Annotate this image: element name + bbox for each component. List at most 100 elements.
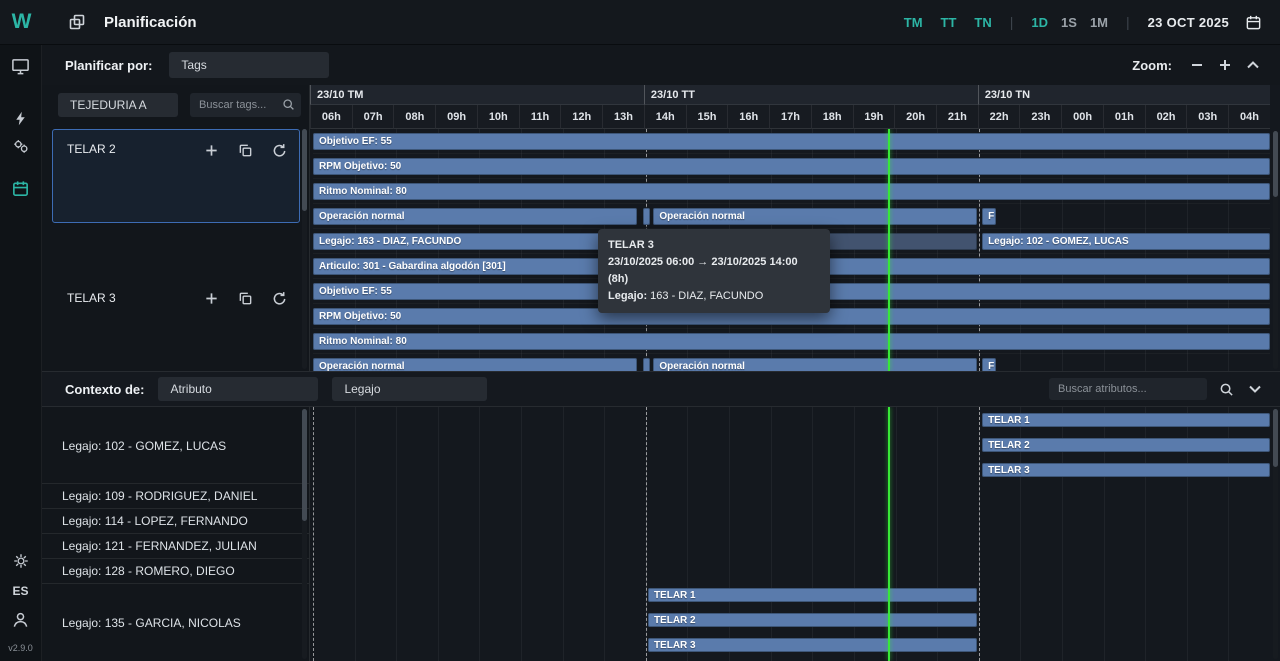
machines-icon [12, 137, 30, 155]
attribute-row[interactable]: Legajo: 102 - GOMEZ, LUCAS [42, 409, 309, 484]
hour-header-label: 10h [477, 105, 519, 129]
gantt-bar[interactable]: Legajo: 163 - DIAZ, FACUNDO [313, 233, 646, 250]
user-icon [11, 610, 30, 629]
range-1s-button[interactable]: 1S [1061, 15, 1077, 30]
gantt-bar[interactable] [643, 208, 650, 225]
machines-panel-header: TEJEDURIA A [42, 85, 309, 127]
gantt-bar[interactable]: Ritmo Nominal: 80 [313, 333, 1270, 350]
gantt-bar[interactable] [643, 358, 650, 371]
tooltip-detail: Legajo: 163 - DIAZ, FACUNDO [608, 288, 820, 305]
zoom-label: Zoom: [1132, 58, 1172, 73]
assignment-bar[interactable]: TELAR 1 [648, 588, 978, 602]
plus-icon [1218, 58, 1232, 72]
gantt-bar[interactable]: Objetivo EF: 55 [313, 133, 1270, 150]
hour-header-label: 12h [560, 105, 602, 129]
hour-header-label: 18h [811, 105, 853, 129]
shift-boundary-line [313, 407, 314, 661]
search-icon [1219, 382, 1234, 397]
gantt-bar[interactable]: Ritmo Nominal: 80 [313, 183, 1270, 200]
scrollbar-thumb[interactable] [1273, 409, 1278, 467]
hour-header-label: 15h [686, 105, 728, 129]
gantt-bar[interactable]: Operación normal [313, 358, 637, 371]
app-version: v2.9.0 [8, 643, 33, 653]
assignment-bar[interactable]: TELAR 3 [982, 463, 1270, 477]
scrollbar-thumb[interactable] [1273, 131, 1278, 197]
attribute-row[interactable]: Legajo: 128 - ROMERO, DIEGO [42, 559, 309, 584]
language-button[interactable]: ES [12, 584, 28, 598]
user-button[interactable] [11, 610, 30, 629]
gantt-bar[interactable]: F [982, 208, 996, 225]
gantt-row: Operación normal Operación normal F [313, 354, 1270, 371]
hour-header-label: 02h [1145, 105, 1187, 129]
gantt-bar[interactable]: Legajo: 102 - GOMEZ, LUCAS [982, 233, 1270, 250]
gantt-bar[interactable]: Operación normal [653, 208, 977, 225]
planify-by-select[interactable]: Tags [169, 52, 329, 78]
duplicate-button[interactable] [238, 290, 253, 306]
nav-planning-button[interactable] [11, 179, 30, 198]
page-title: Planificación [104, 14, 197, 31]
gantt-scrollbar [1273, 131, 1278, 369]
shift-filter-tn[interactable]: TN [974, 15, 991, 30]
collapse-top-button[interactable] [1244, 58, 1262, 72]
attribute-row[interactable]: Legajo: 114 - LOPEZ, FERNANDO [42, 509, 309, 534]
date-picker-button[interactable]: 23 OCT 2025 [1148, 14, 1262, 31]
shift-header-label: 23/10 TT [644, 85, 978, 105]
shift-header-label: 23/10 TM [310, 85, 644, 105]
collapse-bottom-button[interactable] [1246, 382, 1264, 396]
zoom-out-button[interactable] [1188, 56, 1206, 74]
attribute-row[interactable]: Legajo: 135 - GARCIA, NICOLAS [42, 584, 309, 661]
calendar-nav-icon [11, 179, 30, 198]
hour-header-label: 19h [853, 105, 895, 129]
machines-scrollbar [302, 129, 307, 369]
range-1d-button[interactable]: 1D [1031, 15, 1048, 30]
shift-boundary-line [979, 407, 980, 661]
apps-button[interactable] [68, 13, 86, 31]
context-attribute-select[interactable]: Legajo [332, 377, 487, 401]
gantt-bar[interactable]: RPM Objetivo: 50 [313, 158, 1270, 175]
search-attributes-button[interactable] [1217, 380, 1236, 399]
duplicate-button[interactable] [238, 142, 253, 158]
machine-row-telar-3[interactable]: TELAR 3 [52, 225, 300, 371]
attribute-row[interactable]: Legajo: 121 - FERNANDEZ, JULIAN [42, 534, 309, 559]
nav-monitor-button[interactable] [11, 57, 30, 76]
hour-header-label: 06h [310, 105, 352, 129]
gantt-bar-label: Ritmo Nominal: 80 [313, 186, 413, 197]
refresh-button[interactable] [272, 142, 287, 158]
add-block-button[interactable] [204, 290, 219, 306]
shift-filter-tt[interactable]: TT [941, 15, 957, 30]
scrollbar-thumb[interactable] [302, 129, 307, 211]
assignment-bar-label: TELAR 3 [648, 640, 702, 651]
assignment-bar[interactable]: TELAR 2 [648, 613, 978, 627]
nav-energy-button[interactable] [12, 110, 29, 127]
gantt-bar[interactable]: Operación normal [653, 358, 977, 371]
shift-boundary-line [646, 407, 647, 661]
zoom-in-button[interactable] [1216, 56, 1234, 74]
assignment-bar[interactable]: TELAR 1 [982, 413, 1270, 427]
context-section: Legajo: 102 - GOMEZ, LUCASLegajo: 109 - … [42, 407, 1280, 661]
gantt-bar[interactable]: F [982, 358, 996, 371]
context-type-select[interactable]: Atributo [158, 377, 318, 401]
search-attributes-input[interactable] [1049, 378, 1207, 400]
range-1m-button[interactable]: 1M [1090, 15, 1108, 30]
tooltip-title: TELAR 3 [608, 237, 820, 254]
add-block-button[interactable] [204, 142, 219, 158]
search-tags-input[interactable] [190, 93, 301, 117]
shift-filter-tm[interactable]: TM [904, 15, 923, 30]
refresh-button[interactable] [272, 290, 287, 306]
assignment-bar[interactable]: TELAR 2 [982, 438, 1270, 452]
gantt-bar[interactable]: Operación normal [313, 208, 637, 225]
attributes-panel: Legajo: 102 - GOMEZ, LUCASLegajo: 109 - … [42, 407, 310, 661]
hour-header-label: 17h [769, 105, 811, 129]
nav-machines-button[interactable] [12, 137, 30, 155]
hour-header-label: 21h [936, 105, 978, 129]
assignment-bar[interactable]: TELAR 3 [648, 638, 978, 652]
chevron-down-icon [1248, 384, 1262, 394]
machine-row-telar-2[interactable]: TELAR 2 [52, 129, 300, 223]
shift-header-label: 23/10 TN [978, 85, 1270, 105]
attribute-row[interactable]: Legajo: 109 - RODRIGUEZ, DANIEL [42, 484, 309, 509]
gantt-bar-label: Articulo: 301 - Gabardina algodón [301] [313, 261, 512, 272]
settings-button[interactable] [12, 552, 30, 570]
scrollbar-thumb[interactable] [302, 409, 307, 521]
gantt-bar-label: F [982, 361, 996, 371]
group-select[interactable]: TEJEDURIA A [58, 93, 178, 117]
